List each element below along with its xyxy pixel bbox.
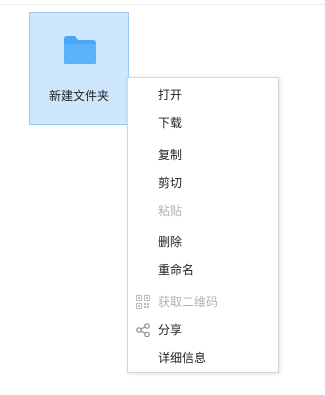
menu-item-share[interactable]: 分享 bbox=[128, 317, 278, 343]
menu-item-get-qr-code: 获取二维码 bbox=[128, 289, 278, 315]
qr-code-icon bbox=[136, 295, 150, 309]
menu-item-rename[interactable]: 重命名 bbox=[128, 257, 278, 283]
folder-icon bbox=[64, 36, 96, 64]
menu-item-open[interactable]: 打开 bbox=[128, 82, 278, 108]
folder-name: 新建文件夹 bbox=[48, 89, 109, 103]
menu-item-delete[interactable]: 删除 bbox=[128, 229, 278, 255]
menu-item-copy[interactable]: 复制 bbox=[128, 142, 278, 168]
menu-item-download[interactable]: 下载 bbox=[128, 110, 278, 136]
folder-item-selected[interactable]: 新建文件夹 bbox=[29, 12, 129, 125]
menu-item-cut[interactable]: 剪切 bbox=[128, 170, 278, 196]
menu-item-paste: 粘贴 bbox=[158, 204, 183, 218]
context-menu: 打开 下载 复制 剪切 粘贴 删除 重命名 获取二维码 分享 详细信息 bbox=[127, 77, 279, 373]
menu-item-label: 获取二维码 bbox=[158, 295, 219, 309]
menu-item-details[interactable]: 详细信息 bbox=[128, 345, 278, 371]
top-divider bbox=[0, 4, 325, 5]
menu-item-label: 分享 bbox=[158, 323, 183, 337]
share-icon bbox=[136, 323, 150, 337]
